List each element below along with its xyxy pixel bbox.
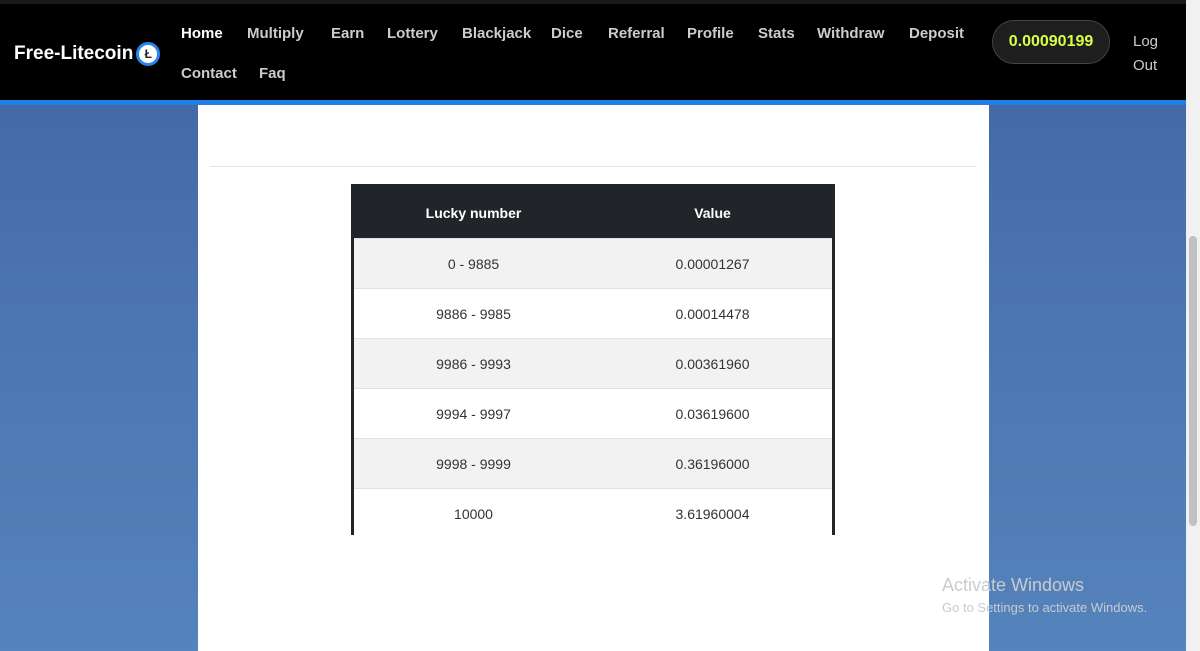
nav-blackjack[interactable]: Blackjack xyxy=(462,25,531,42)
nav-multiply[interactable]: Multiply xyxy=(247,25,304,42)
table-row: 9986 - 9993 0.00361960 xyxy=(354,338,832,389)
nav-home[interactable]: Home xyxy=(181,25,223,42)
nav-stats[interactable]: Stats xyxy=(758,25,795,42)
logout-label-line2: Out xyxy=(1133,57,1158,74)
nav-dice[interactable]: Dice xyxy=(551,25,583,42)
nav-earn[interactable]: Earn xyxy=(331,25,364,42)
table-row: 0 - 9885 0.00001267 xyxy=(354,238,832,289)
lucky-number-table: Lucky number Value 0 - 9885 0.00001267 9… xyxy=(351,184,835,538)
watermark-subtitle: Go to Settings to activate Windows. xyxy=(942,600,1148,615)
table-row: 9994 - 9997 0.03619600 xyxy=(354,388,832,439)
table-row: 9998 - 9999 0.36196000 xyxy=(354,438,832,489)
cell-value: 0.03619600 xyxy=(593,388,832,439)
logout-link[interactable]: Log Out xyxy=(1133,30,1163,78)
cell-lucky-range: 10000 xyxy=(354,488,593,538)
logout-label-line1: Log xyxy=(1133,33,1159,50)
nav-contact[interactable]: Contact xyxy=(181,65,237,82)
cell-lucky-range: 0 - 9885 xyxy=(354,238,593,289)
activate-windows-watermark: Activate Windows Go to Settings to activ… xyxy=(942,575,1147,615)
header-value: Value xyxy=(593,187,832,239)
section-divider xyxy=(210,166,976,167)
main-content-panel: Lucky number Value 0 - 9885 0.00001267 9… xyxy=(198,105,989,651)
nav-faq[interactable]: Faq xyxy=(259,65,286,82)
cell-value: 0.00361960 xyxy=(593,338,832,389)
watermark-title: Activate Windows xyxy=(942,575,1085,595)
table-row: 10000 3.61960004 xyxy=(354,488,832,538)
cell-lucky-range: 9886 - 9985 xyxy=(354,288,593,339)
scrollbar-thumb[interactable] xyxy=(1189,236,1197,526)
cell-value: 0.00014478 xyxy=(593,288,832,339)
nav-profile[interactable]: Profile xyxy=(687,25,734,42)
cell-value: 3.61960004 xyxy=(593,488,832,538)
brand[interactable]: Free-Litecoin Ł xyxy=(14,42,161,66)
balance-badge: 0.00090199 xyxy=(992,20,1110,64)
header-lucky-number: Lucky number xyxy=(354,187,593,239)
nav-referral[interactable]: Referral xyxy=(608,25,665,42)
nav-deposit[interactable]: Deposit xyxy=(909,25,964,42)
table-header-row: Lucky number Value xyxy=(354,187,832,239)
navbar: Free-Litecoin Ł Home Multiply Earn Lotte… xyxy=(0,4,1186,105)
cell-value: 0.00001267 xyxy=(593,238,832,289)
litecoin-logo-icon: Ł xyxy=(136,42,161,66)
cell-lucky-range: 9986 - 9993 xyxy=(354,338,593,389)
cell-lucky-range: 9998 - 9999 xyxy=(354,438,593,489)
nav-withdraw[interactable]: Withdraw xyxy=(817,25,884,42)
cell-lucky-range: 9994 - 9997 xyxy=(354,388,593,439)
cell-value: 0.36196000 xyxy=(593,438,832,489)
nav-lottery[interactable]: Lottery xyxy=(387,25,438,42)
brand-name[interactable]: Free-Litecoin xyxy=(14,43,133,65)
table-row: 9886 - 9985 0.00014478 xyxy=(354,288,832,339)
